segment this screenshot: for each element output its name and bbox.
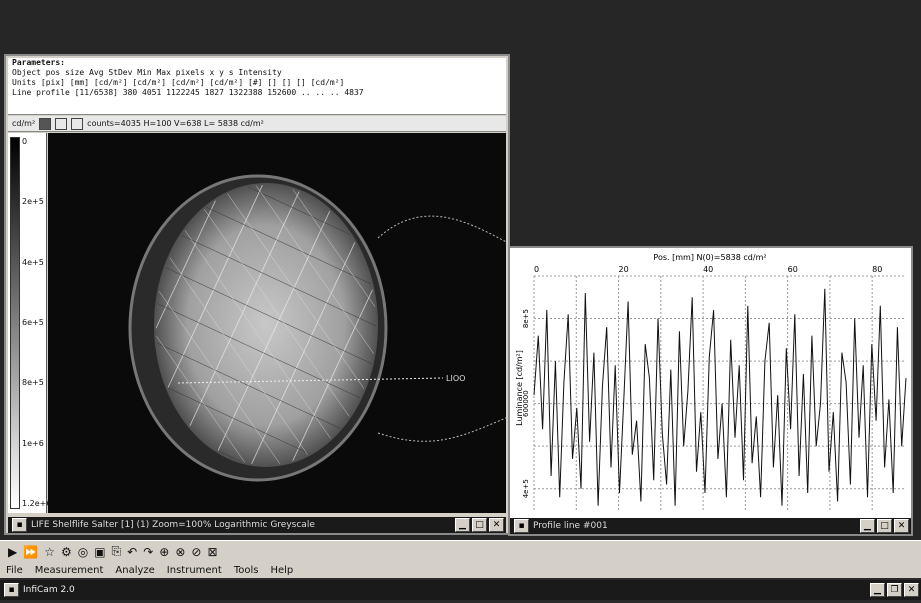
toolbar-button-1[interactable]: ⏩: [23, 545, 38, 559]
y-tick-label: 600000: [522, 390, 530, 417]
statistics-row: Line profile [11/6538] 380 4051 1122245 …: [12, 88, 364, 97]
window-menu-icon[interactable]: ▪: [514, 519, 529, 533]
toolbar-button-12[interactable]: ⊠: [207, 545, 217, 559]
menu-item-analyze[interactable]: Analyze: [115, 565, 154, 576]
profile-window[interactable]: Pos. [mm] N(0)=5838 cd/m² Luminance [cd/…: [508, 246, 913, 536]
y-tick-label: 4e+5: [522, 479, 530, 498]
toolbar-button-9[interactable]: ⊕: [159, 545, 169, 559]
toolbar-button-6[interactable]: ⎘: [112, 544, 122, 559]
toolbar-button-11[interactable]: ⊘: [191, 545, 201, 559]
profile-series-line: [533, 288, 907, 506]
maximize-button[interactable]: □: [472, 518, 487, 532]
colorbar: 0 2e+5 4e+5 6e+5 8e+5 1e+6 1.2e+6: [8, 133, 51, 513]
menu-item-measurement[interactable]: Measurement: [35, 565, 104, 576]
menu-bar: File Measurement Analyze Instrument Tools Hel…: [0, 562, 921, 578]
statistics-header: Parameters:: [12, 58, 65, 67]
thermal-image-view[interactable]: LIOO: [48, 133, 506, 513]
x-tick-label: 80: [872, 265, 882, 274]
minimize-button[interactable]: ▁: [455, 518, 470, 532]
image-window-title: LIFE Shelflife Salter [1] (1) Zoom=100% …: [31, 520, 315, 530]
x-tick-label: 60: [788, 265, 798, 274]
app-menu-icon[interactable]: ▪: [4, 583, 19, 597]
x-tick-label: 0: [534, 265, 539, 274]
toolbar-button-10[interactable]: ⊗: [175, 545, 185, 559]
close-button[interactable]: ✕: [894, 519, 909, 533]
colorbar-tick-label: 4e+5: [22, 257, 44, 267]
image-window[interactable]: Parameters: Object pos size Avg StDev Mi…: [4, 54, 510, 535]
menu-item-file[interactable]: File: [6, 565, 23, 576]
menu-item-tools[interactable]: Tools: [234, 565, 259, 576]
colorbar-gradient: [10, 137, 20, 509]
profile-window-title: Profile line #001: [533, 521, 608, 531]
colorbar-tick-label: 6e+5: [22, 318, 44, 327]
roi-label: LIOO: [446, 374, 465, 383]
toolbar-button-2[interactable]: ☆: [44, 545, 55, 559]
palette-icon[interactable]: [39, 117, 52, 130]
menu-item-help[interactable]: Help: [270, 565, 293, 576]
toolbar-button-8[interactable]: ↷: [143, 545, 153, 559]
toolbar-button-0[interactable]: ▶: [8, 545, 17, 559]
statistics-row: Object pos size Avg StDev Min Max pixels…: [12, 68, 282, 77]
toolbar-button-4[interactable]: ◎: [78, 545, 88, 559]
maximize-button[interactable]: □: [877, 519, 892, 533]
menu-item-instrument[interactable]: Instrument: [167, 565, 222, 576]
image-toolbar: cd/m² counts=4035 H=100 V=638 L= 5838 cd…: [8, 116, 506, 132]
restore-button[interactable]: ❐: [887, 583, 902, 597]
profile-chart: Pos. [mm] N(0)=5838 cd/m² Luminance [cd/…: [515, 253, 907, 510]
colorbar-tick-label: 2e+5: [22, 197, 44, 207]
app-titlebar[interactable]: ▪ InfiCam 2.0 ▁ ❐ ✕: [0, 580, 921, 600]
close-button[interactable]: ✕: [904, 583, 919, 597]
cursor-readout: counts=4035 H=100 V=638 L= 5838 cd/m²: [87, 119, 264, 128]
statistics-panel: Parameters: Object pos size Avg StDev Mi…: [8, 58, 506, 115]
luminance-image: LIOO: [128, 174, 506, 482]
colorbar-tick-label: 1e+6: [22, 438, 44, 448]
toolbar-button-5[interactable]: ▣: [94, 545, 105, 559]
statistics-row: Units [pix] [mm] [cd/m²] [cd/m²] [cd/m²]…: [12, 78, 345, 87]
play-icon[interactable]: [71, 117, 84, 130]
x-tick-label: 40: [703, 265, 713, 274]
x-tick-label: 20: [619, 265, 629, 274]
main-toolbar: ▶ ⏩ ☆ ⚙ ◎ ▣ ⎘ ↶ ↷ ⊕ ⊗ ⊘ ⊠: [0, 540, 921, 562]
profile-window-titlebar[interactable]: ▪ Profile line #001 ▁ □ ✕: [510, 518, 911, 534]
colorbar-unit-label: cd/m²: [12, 119, 36, 128]
refresh-icon[interactable]: [55, 117, 68, 130]
toolbar-button-3[interactable]: ⚙: [61, 545, 72, 559]
colorbar-tick-label: 8e+5: [22, 378, 44, 388]
image-window-titlebar[interactable]: ▪ LIFE Shelflife Salter [1] (1) Zoom=100…: [8, 517, 506, 533]
app-title: InfiCam 2.0: [23, 585, 75, 595]
minimize-button[interactable]: ▁: [860, 519, 875, 533]
minimize-button[interactable]: ▁: [870, 583, 885, 597]
toolbar-button-7[interactable]: ↶: [127, 545, 137, 559]
colorbar-tick-label: 0: [22, 137, 28, 146]
y-tick-label: 8e+5: [522, 309, 530, 328]
close-button[interactable]: ✕: [489, 518, 504, 532]
window-menu-icon[interactable]: ▪: [12, 518, 27, 532]
chart-x-title: Pos. [mm] N(0)=5838 cd/m²: [653, 253, 766, 262]
